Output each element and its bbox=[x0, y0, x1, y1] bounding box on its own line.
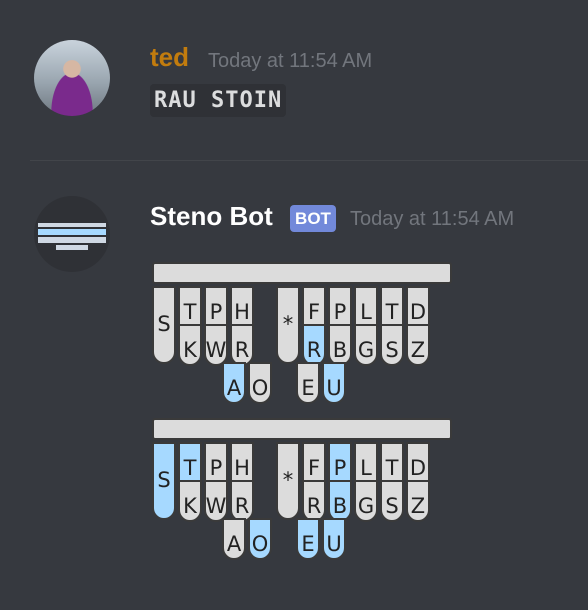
steno-key-P-left-top: P bbox=[204, 442, 228, 484]
steno-key-E-vowel: E bbox=[296, 362, 320, 404]
avatar[interactable] bbox=[34, 40, 110, 116]
number-bar bbox=[152, 418, 452, 440]
steno-key-O-vowel: O bbox=[248, 518, 272, 560]
steno-key-P-right-top: P bbox=[328, 442, 352, 484]
steno-key-S-right-bottom: S bbox=[380, 324, 404, 366]
steno-key-Z-right-bottom: Z bbox=[406, 324, 430, 366]
steno-key-S-right-bottom: S bbox=[380, 480, 404, 522]
username[interactable]: ted bbox=[150, 42, 189, 73]
steno-key-F-right-top: F bbox=[302, 442, 326, 484]
steno-key-U-vowel: U bbox=[322, 518, 346, 560]
steno-diagram: S T P H K W R * F P L T D R B G S Z A O E U bbox=[148, 416, 456, 566]
steno-key-K-left-bottom: K bbox=[178, 480, 202, 522]
steno-key-W-left-bottom: W bbox=[204, 480, 228, 522]
steno-keyboard-icon bbox=[38, 223, 106, 250]
steno-key-B-right-bottom: B bbox=[328, 324, 352, 366]
steno-key-T-right-top: T bbox=[380, 286, 404, 328]
timestamp: Today at 11:54 AM bbox=[350, 208, 515, 230]
steno-diagram: S T P H K W R * F P L T D R B G S Z A O E U bbox=[148, 260, 456, 410]
username[interactable]: Steno Bot bbox=[150, 201, 273, 232]
steno-key-G-right-bottom: G bbox=[354, 324, 378, 366]
steno-key-L-right-top: L bbox=[354, 442, 378, 484]
steno-key-star: * bbox=[276, 442, 300, 520]
steno-key-H-left-top: H bbox=[230, 442, 254, 484]
bot-badge: BOT bbox=[290, 205, 336, 232]
steno-key-T-left-top: T bbox=[178, 442, 202, 484]
timestamp: Today at 11:54 AM bbox=[208, 50, 373, 72]
steno-key-S: S bbox=[152, 442, 176, 520]
steno-key-E-vowel: E bbox=[296, 518, 320, 560]
avatar[interactable] bbox=[34, 196, 110, 272]
steno-key-P-left-top: P bbox=[204, 286, 228, 328]
steno-key-K-left-bottom: K bbox=[178, 324, 202, 366]
steno-key-D-right-top: D bbox=[406, 442, 430, 484]
steno-key-O-vowel: O bbox=[248, 362, 272, 404]
steno-key-U-vowel: U bbox=[322, 362, 346, 404]
steno-key-T-right-top: T bbox=[380, 442, 404, 484]
steno-key-R-left-bottom: R bbox=[230, 480, 254, 522]
steno-key-R-right-bottom: R bbox=[302, 324, 326, 366]
number-bar bbox=[152, 262, 452, 284]
steno-key-star: * bbox=[276, 286, 300, 364]
steno-key-S: S bbox=[152, 286, 176, 364]
steno-key-R-left-bottom: R bbox=[230, 324, 254, 366]
steno-key-A-vowel: A bbox=[222, 518, 246, 560]
steno-key-B-right-bottom: B bbox=[328, 480, 352, 522]
message-ted: ted Today at 11:54 AM RAU STOIN bbox=[0, 0, 588, 160]
steno-key-F-right-top: F bbox=[302, 286, 326, 328]
steno-key-H-left-top: H bbox=[230, 286, 254, 328]
steno-key-Z-right-bottom: Z bbox=[406, 480, 430, 522]
steno-key-G-right-bottom: G bbox=[354, 480, 378, 522]
steno-key-L-right-top: L bbox=[354, 286, 378, 328]
steno-key-T-left-top: T bbox=[178, 286, 202, 328]
steno-key-P-right-top: P bbox=[328, 286, 352, 328]
steno-key-D-right-top: D bbox=[406, 286, 430, 328]
steno-key-R-right-bottom: R bbox=[302, 480, 326, 522]
steno-key-A-vowel: A bbox=[222, 362, 246, 404]
steno-key-W-left-bottom: W bbox=[204, 324, 228, 366]
message-divider bbox=[30, 160, 588, 161]
message-code-text: RAU STOIN bbox=[150, 84, 287, 117]
